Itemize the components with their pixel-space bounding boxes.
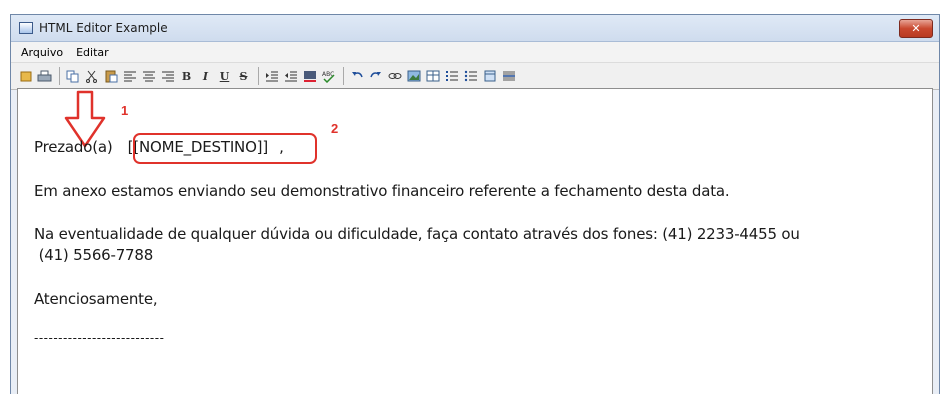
cut-icon[interactable] (83, 68, 100, 85)
menu-bar: Arquivo Editar (11, 42, 939, 63)
window-title: HTML Editor Example (39, 21, 168, 35)
horizontal-rule-icon[interactable] (500, 68, 517, 85)
undo-icon[interactable] (348, 68, 365, 85)
align-right-icon[interactable] (159, 68, 176, 85)
align-left-icon[interactable] (121, 68, 138, 85)
new-icon[interactable] (17, 68, 34, 85)
app-icon (19, 22, 33, 34)
bullet-list-icon[interactable] (462, 68, 479, 85)
box-icon[interactable] (481, 68, 498, 85)
title-bar: HTML Editor Example ✕ (11, 15, 939, 42)
numbered-list-icon[interactable] (443, 68, 460, 85)
italic-button[interactable]: I (197, 68, 214, 85)
annotation-number-1: 1 (121, 103, 129, 118)
outdent-icon[interactable] (282, 68, 299, 85)
redo-icon[interactable] (367, 68, 384, 85)
toolbar-separator (59, 67, 60, 85)
underline-button[interactable]: U (216, 68, 233, 85)
bold-button[interactable]: B (178, 68, 195, 85)
image-icon[interactable] (405, 68, 422, 85)
paragraph-1: Em anexo estamos enviando seu demonstrat… (34, 182, 730, 200)
strikethrough-button[interactable]: S (235, 68, 252, 85)
menu-arquivo[interactable]: Arquivo (15, 46, 70, 59)
editor-content-area[interactable]: 1 2 Prezado(a) [[NOME_DESTINO]] , Em ane… (17, 88, 933, 394)
toolbar: B I U S ABC (11, 63, 939, 90)
link-icon[interactable] (386, 68, 403, 85)
editor-window: HTML Editor Example ✕ Arquivo Editar B I… (10, 14, 940, 394)
print-icon[interactable] (36, 68, 53, 85)
menu-editar[interactable]: Editar (70, 46, 116, 59)
signature-divider: --------------------------- (34, 331, 165, 345)
font-color-icon[interactable] (301, 68, 318, 85)
placeholder-highlight-box (133, 133, 317, 164)
close-button[interactable]: ✕ (899, 19, 933, 38)
toolbar-separator (258, 67, 259, 85)
spellcheck-icon[interactable]: ABC (320, 68, 337, 85)
greeting-prefix: Prezado(a) (34, 138, 113, 156)
table-icon[interactable] (424, 68, 441, 85)
indent-icon[interactable] (263, 68, 280, 85)
paragraph-2-line-2: (41) 5566-7788 (34, 246, 154, 264)
paste-icon[interactable] (102, 68, 119, 85)
toolbar-separator (343, 67, 344, 85)
align-center-icon[interactable] (140, 68, 157, 85)
closing-line: Atenciosamente, (34, 290, 158, 308)
copy-icon[interactable] (64, 68, 81, 85)
annotation-number-2: 2 (331, 121, 339, 136)
paragraph-2-line-1: Na eventualidade de qualquer dúvida ou d… (34, 225, 800, 243)
